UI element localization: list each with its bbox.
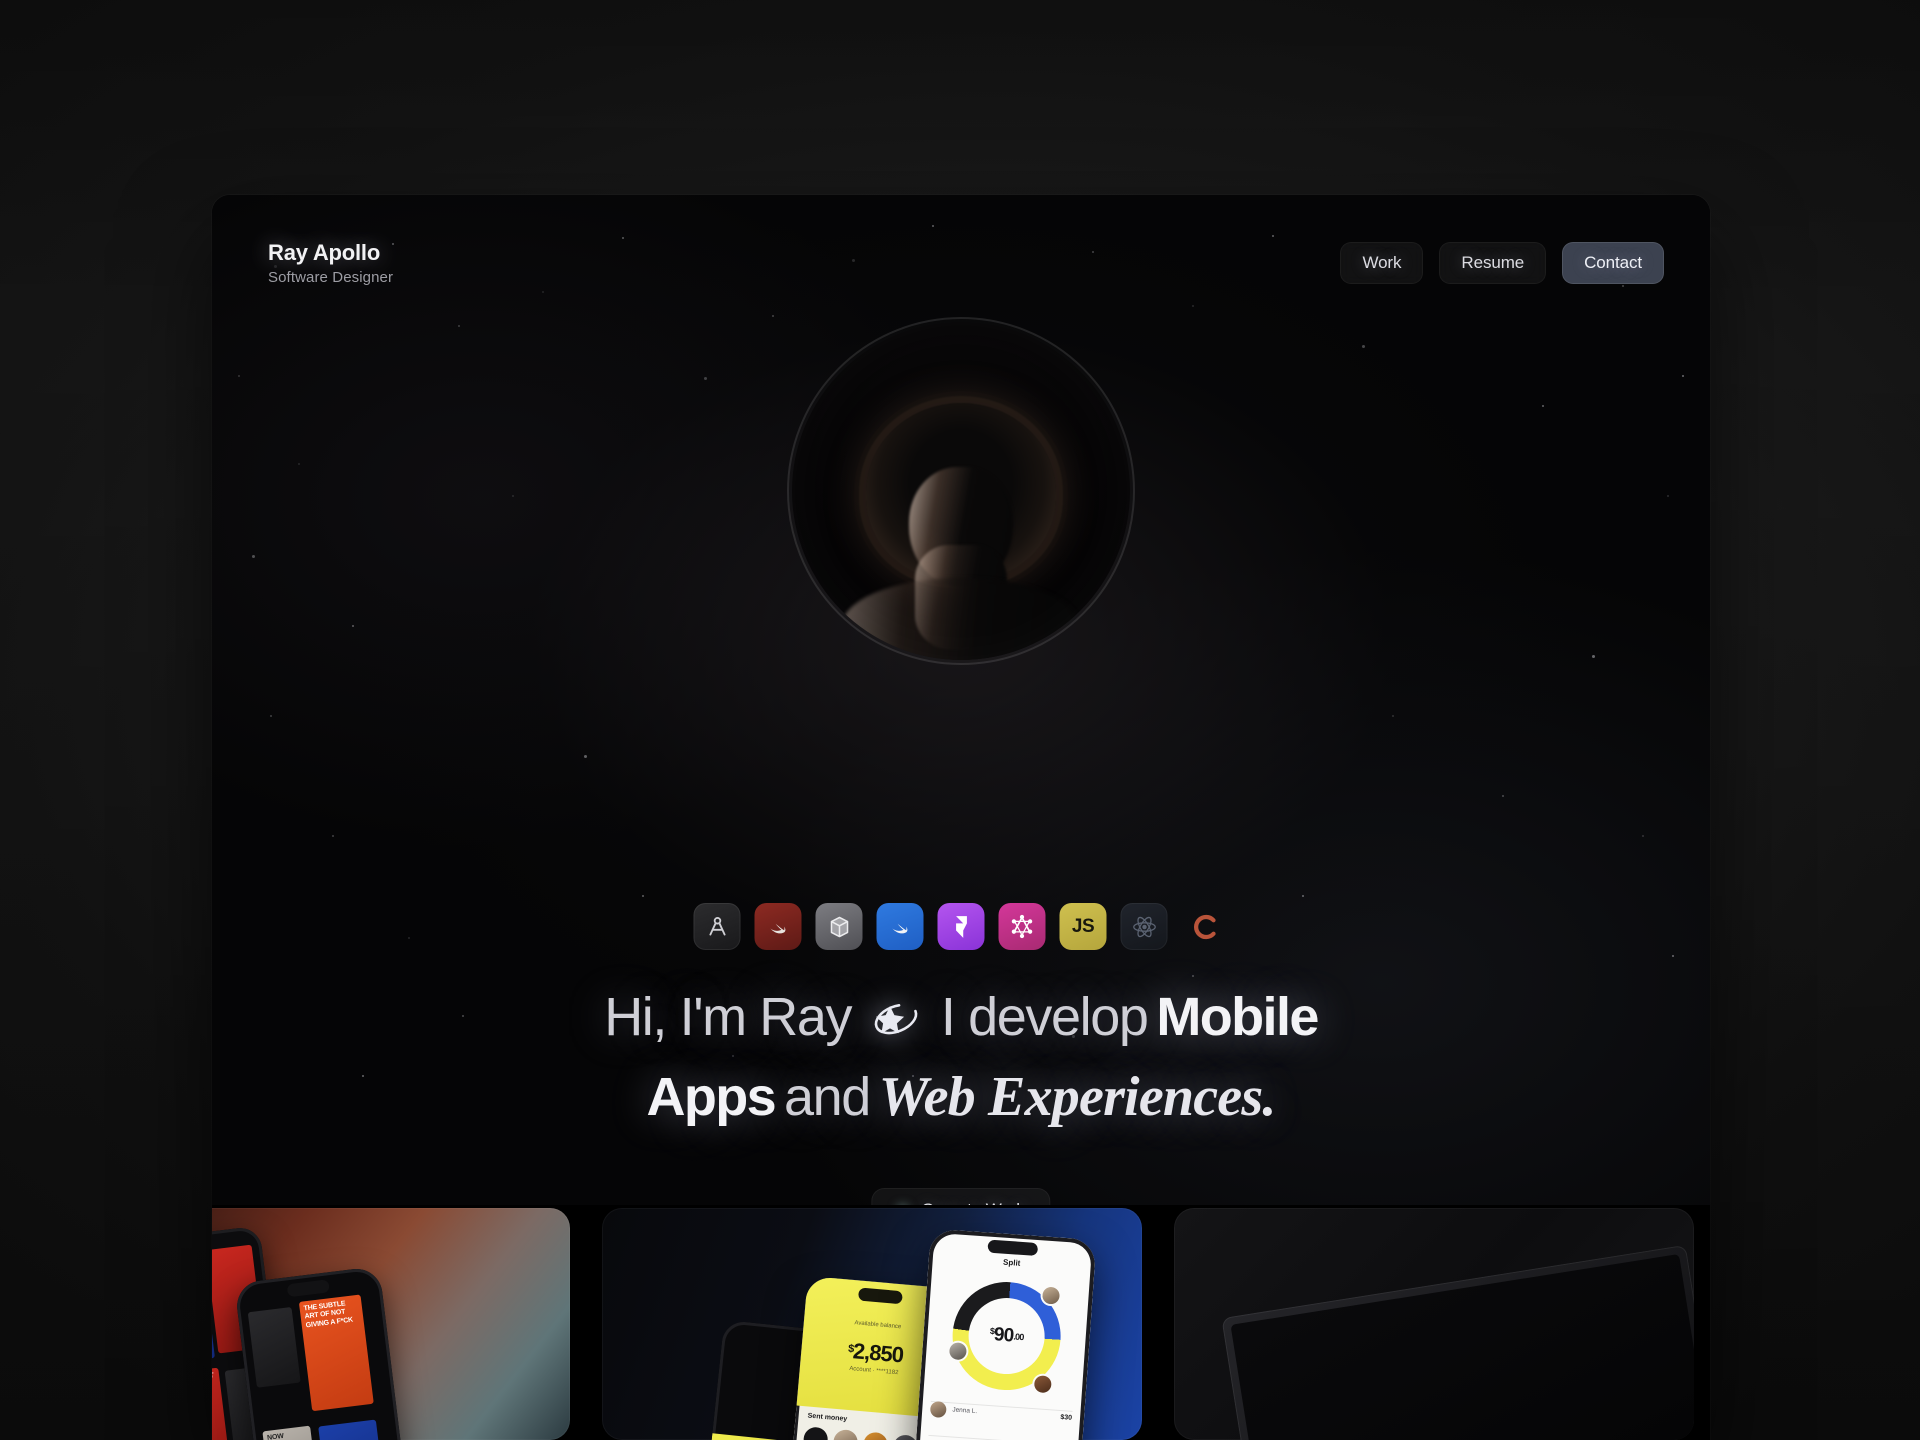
- avatar-ring: [787, 317, 1135, 665]
- react-icon[interactable]: [1120, 903, 1168, 950]
- headline-verb: I develop: [940, 987, 1149, 1047]
- reading-app-card[interactable]: POWER CAN'T HURT ME THE SUBTLE ART OF NO…: [212, 1208, 570, 1440]
- avatar: [832, 1428, 859, 1440]
- project-cards-strip: POWER CAN'T HURT ME THE SUBTLE ART OF NO…: [212, 1208, 1710, 1440]
- sent-money-label: Sent money: [807, 1412, 848, 1423]
- xcode-icon[interactable]: [693, 903, 741, 950]
- javascript-label: JS: [1071, 915, 1095, 937]
- split-title: Split: [1002, 1257, 1021, 1268]
- phone-notch: [857, 1287, 903, 1305]
- primary-nav: Work Resume Contact: [1340, 242, 1664, 284]
- headline-emphasis-mobile: Mobile: [1156, 987, 1319, 1047]
- avatar: [892, 1434, 919, 1440]
- comet-star-icon: [870, 999, 922, 1049]
- phone-notch: [286, 1279, 330, 1298]
- split-value: 90: [993, 1324, 1015, 1347]
- tech-stack-row: JS: [693, 903, 1229, 950]
- avatar: [862, 1431, 889, 1440]
- headline-emphasis-apps: Apps: [646, 1066, 776, 1127]
- nav-item-contact[interactable]: Contact: [1562, 242, 1664, 284]
- avatar: [1033, 1375, 1052, 1394]
- desktop-app-card[interactable]: [1174, 1208, 1694, 1440]
- headline-serif-web: Web Experiences.: [878, 1065, 1277, 1128]
- headline-line-1: Hi, I'm Ray I develop Mobile: [371, 985, 1551, 1050]
- brand-name: Ray Apollo: [268, 239, 381, 265]
- framer-icon[interactable]: [937, 903, 985, 950]
- book-title: CAN'T HURT ME: [212, 1372, 215, 1384]
- nav-item-resume[interactable]: Resume: [1439, 242, 1547, 284]
- split-amount: $90.00: [989, 1324, 1024, 1348]
- status-badge[interactable]: Open to Work: [871, 1188, 1051, 1205]
- headline-greeting: Hi, I'm Ray: [604, 987, 852, 1047]
- book-title: NOW: [266, 1432, 285, 1440]
- avatar: [802, 1426, 829, 1440]
- avatar: [1041, 1286, 1061, 1305]
- avatar: [929, 1400, 947, 1419]
- contact-avatars: [802, 1426, 919, 1440]
- avatar: [787, 317, 1135, 665]
- graphql-icon[interactable]: [998, 903, 1046, 950]
- split-cents: .00: [1013, 1331, 1024, 1343]
- site-header: Ray Apollo Software Designer Work Resume…: [212, 217, 1710, 309]
- website-viewport: Ray Apollo Software Designer Work Resume…: [212, 195, 1710, 1440]
- divider: [928, 1434, 1071, 1440]
- realitykit-cube-icon[interactable]: [815, 903, 863, 950]
- claude-icon[interactable]: [1182, 903, 1229, 950]
- swiftui-icon[interactable]: [876, 903, 924, 950]
- brand-role: Software Designer: [268, 268, 394, 286]
- phone-notch: [987, 1239, 1039, 1256]
- finance-app-card[interactable]: Available balance $2,850 Account · ****1…: [602, 1208, 1142, 1440]
- balance-value: 2,850: [851, 1338, 905, 1368]
- list-item-label: Jenna L.: [952, 1406, 978, 1416]
- headline-connector: and: [783, 1066, 871, 1127]
- brand-logo[interactable]: Ray Apollo Software Designer: [268, 240, 393, 287]
- status-badge-label: Open to Work: [921, 1200, 1024, 1205]
- book-title: THE SUBTLE ART OF NOT GIVING A F*CK: [303, 1300, 354, 1329]
- phone-mockup-front: THE SUBTLE ART OF NOT GIVING A F*CK NOW: [234, 1265, 408, 1440]
- javascript-icon[interactable]: JS: [1059, 903, 1107, 950]
- hero-headline: Hi, I'm Ray I develop Mobile Apps and We…: [371, 985, 1551, 1131]
- laptop-lid: [1221, 1244, 1694, 1440]
- laptop-screen: [1230, 1253, 1694, 1440]
- nav-item-work[interactable]: Work: [1340, 242, 1424, 284]
- status-dot-icon: [897, 1204, 909, 1205]
- hero-section: Ray Apollo Software Designer Work Resume…: [212, 195, 1710, 1205]
- swift-icon[interactable]: [754, 903, 802, 950]
- headline-line-2: Apps and Web Experiences.: [371, 1064, 1551, 1131]
- phone-mockup-front: Split $90.00 Jenna L. $30 Marcus B. $30: [913, 1228, 1097, 1440]
- laptop-mockup: [1221, 1244, 1694, 1440]
- split-donut-chart: $90.00: [948, 1278, 1065, 1394]
- list-item-amount: $30: [1060, 1414, 1073, 1422]
